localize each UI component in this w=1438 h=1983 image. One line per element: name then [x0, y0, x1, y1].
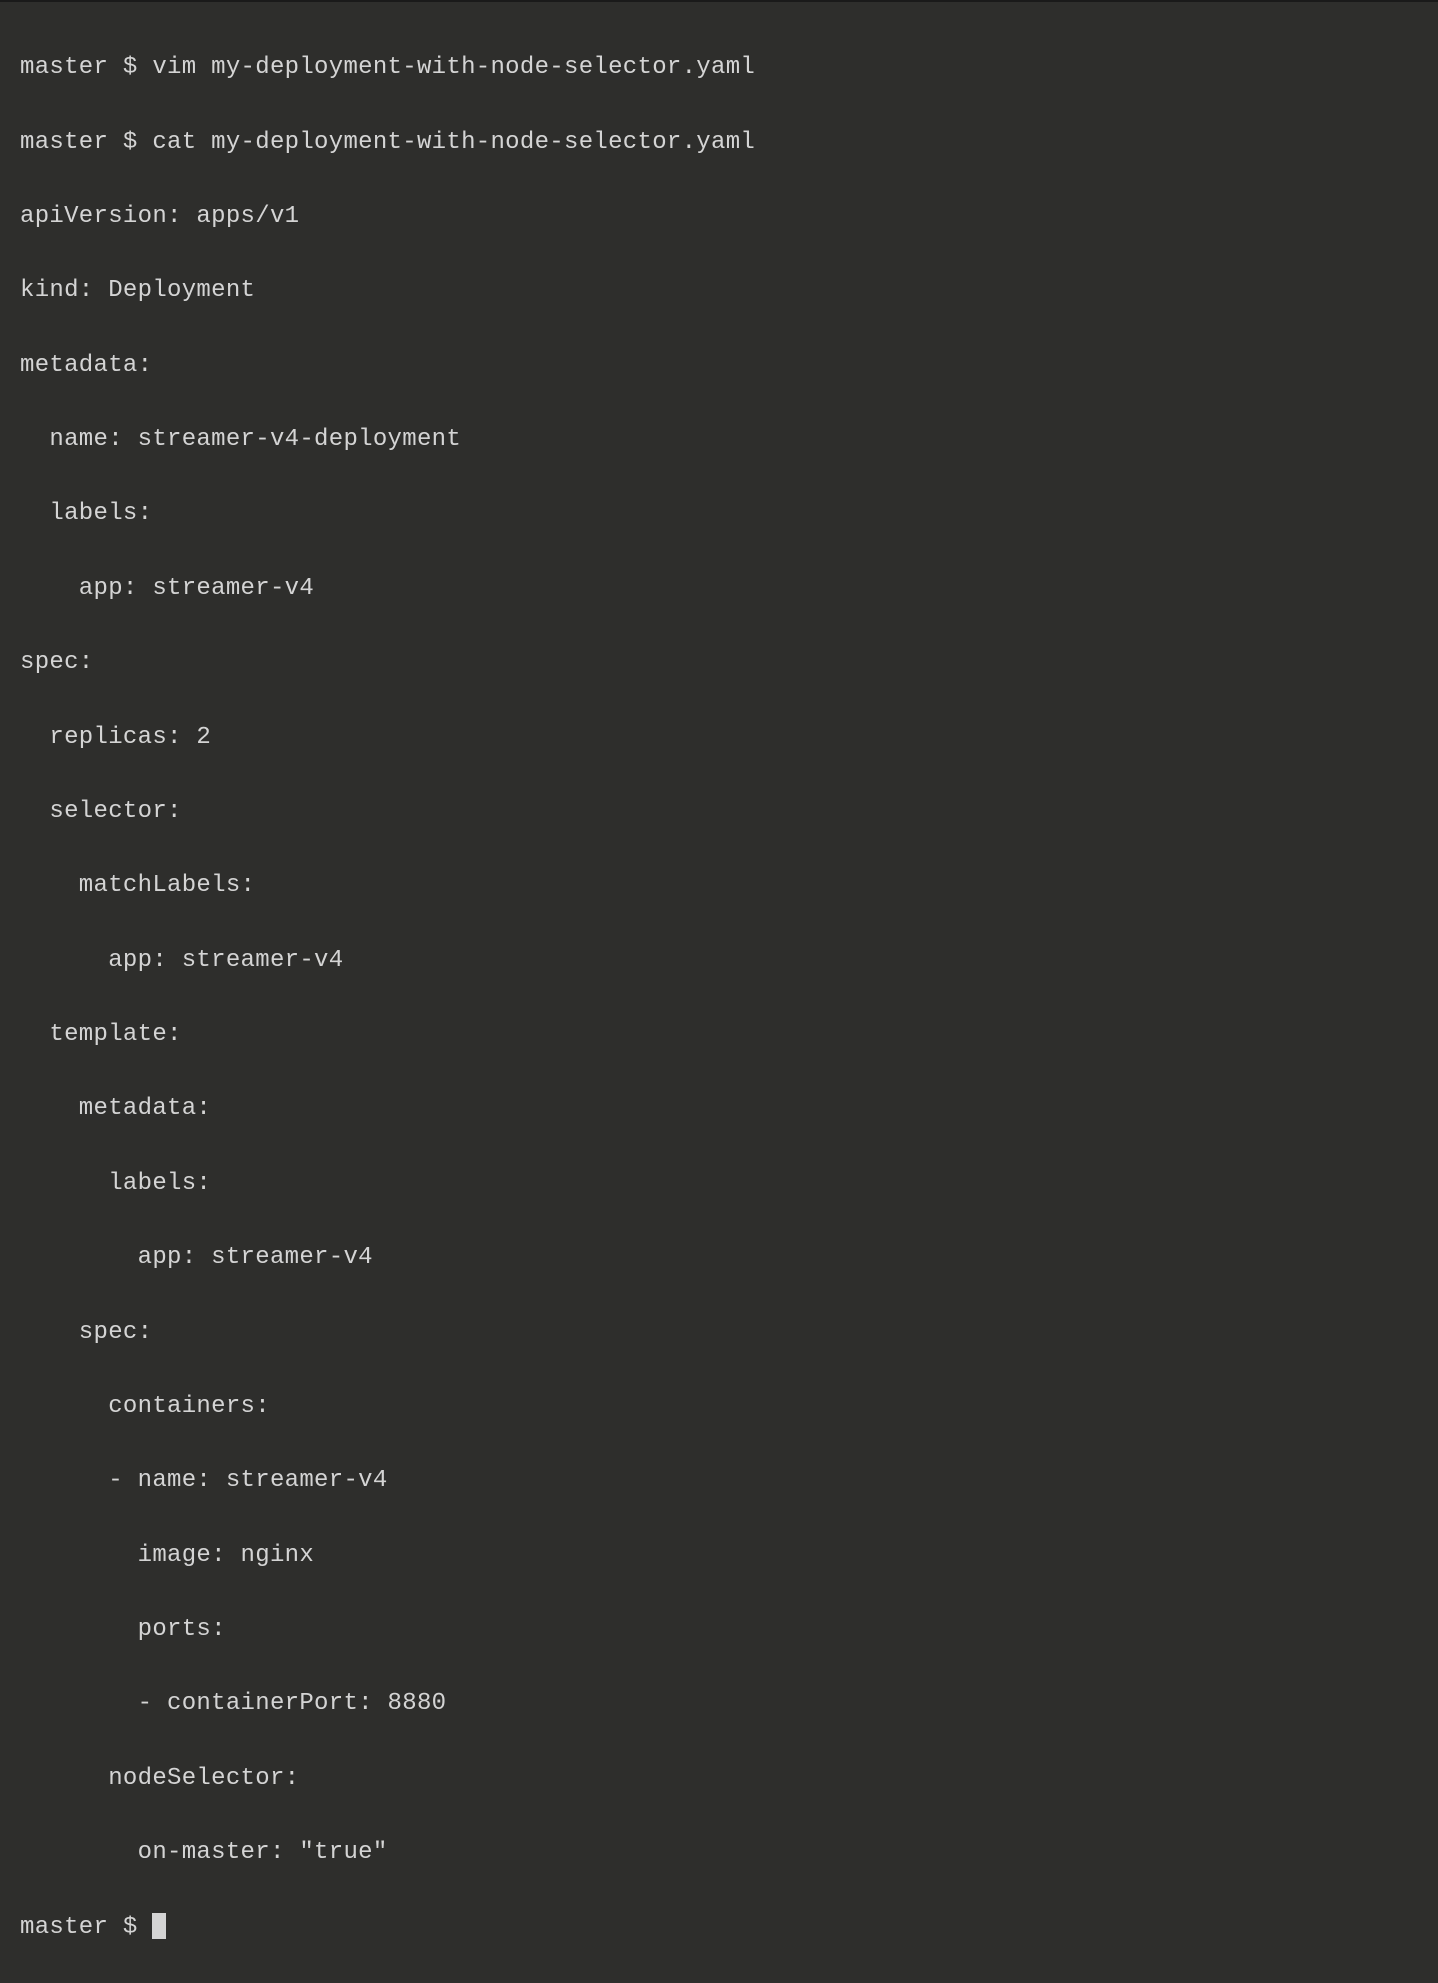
command-line-cat: master $ cat my-deployment-with-node-sel…	[20, 124, 1418, 161]
yaml-line: containers:	[20, 1388, 1418, 1425]
yaml-line: selector:	[20, 793, 1418, 830]
yaml-line: labels:	[20, 1165, 1418, 1202]
yaml-line: replicas: 2	[20, 719, 1418, 756]
yaml-line: template:	[20, 1016, 1418, 1053]
yaml-line: matchLabels:	[20, 867, 1418, 904]
cursor-icon	[152, 1913, 166, 1939]
yaml-line: name: streamer-v4-deployment	[20, 421, 1418, 458]
yaml-line: apiVersion: apps/v1	[20, 198, 1418, 235]
yaml-line: labels:	[20, 495, 1418, 532]
yaml-line: app: streamer-v4	[20, 942, 1418, 979]
yaml-line: - name: streamer-v4	[20, 1462, 1418, 1499]
yaml-line: app: streamer-v4	[20, 1239, 1418, 1276]
yaml-line: app: streamer-v4	[20, 570, 1418, 607]
command-line-vim: master $ vim my-deployment-with-node-sel…	[20, 49, 1418, 86]
yaml-line: ports:	[20, 1611, 1418, 1648]
yaml-line: spec:	[20, 1314, 1418, 1351]
yaml-line: metadata:	[20, 347, 1418, 384]
prompt-text: master $	[20, 1914, 152, 1941]
yaml-line: nodeSelector:	[20, 1760, 1418, 1797]
yaml-line: - containerPort: 8880	[20, 1685, 1418, 1722]
terminal-output[interactable]: master $ vim my-deployment-with-node-sel…	[20, 12, 1418, 1983]
yaml-line: metadata:	[20, 1090, 1418, 1127]
yaml-line: image: nginx	[20, 1537, 1418, 1574]
yaml-line: on-master: "true"	[20, 1834, 1418, 1871]
yaml-line: spec:	[20, 644, 1418, 681]
prompt-line[interactable]: master $	[20, 1909, 1418, 1946]
yaml-line: kind: Deployment	[20, 272, 1418, 309]
